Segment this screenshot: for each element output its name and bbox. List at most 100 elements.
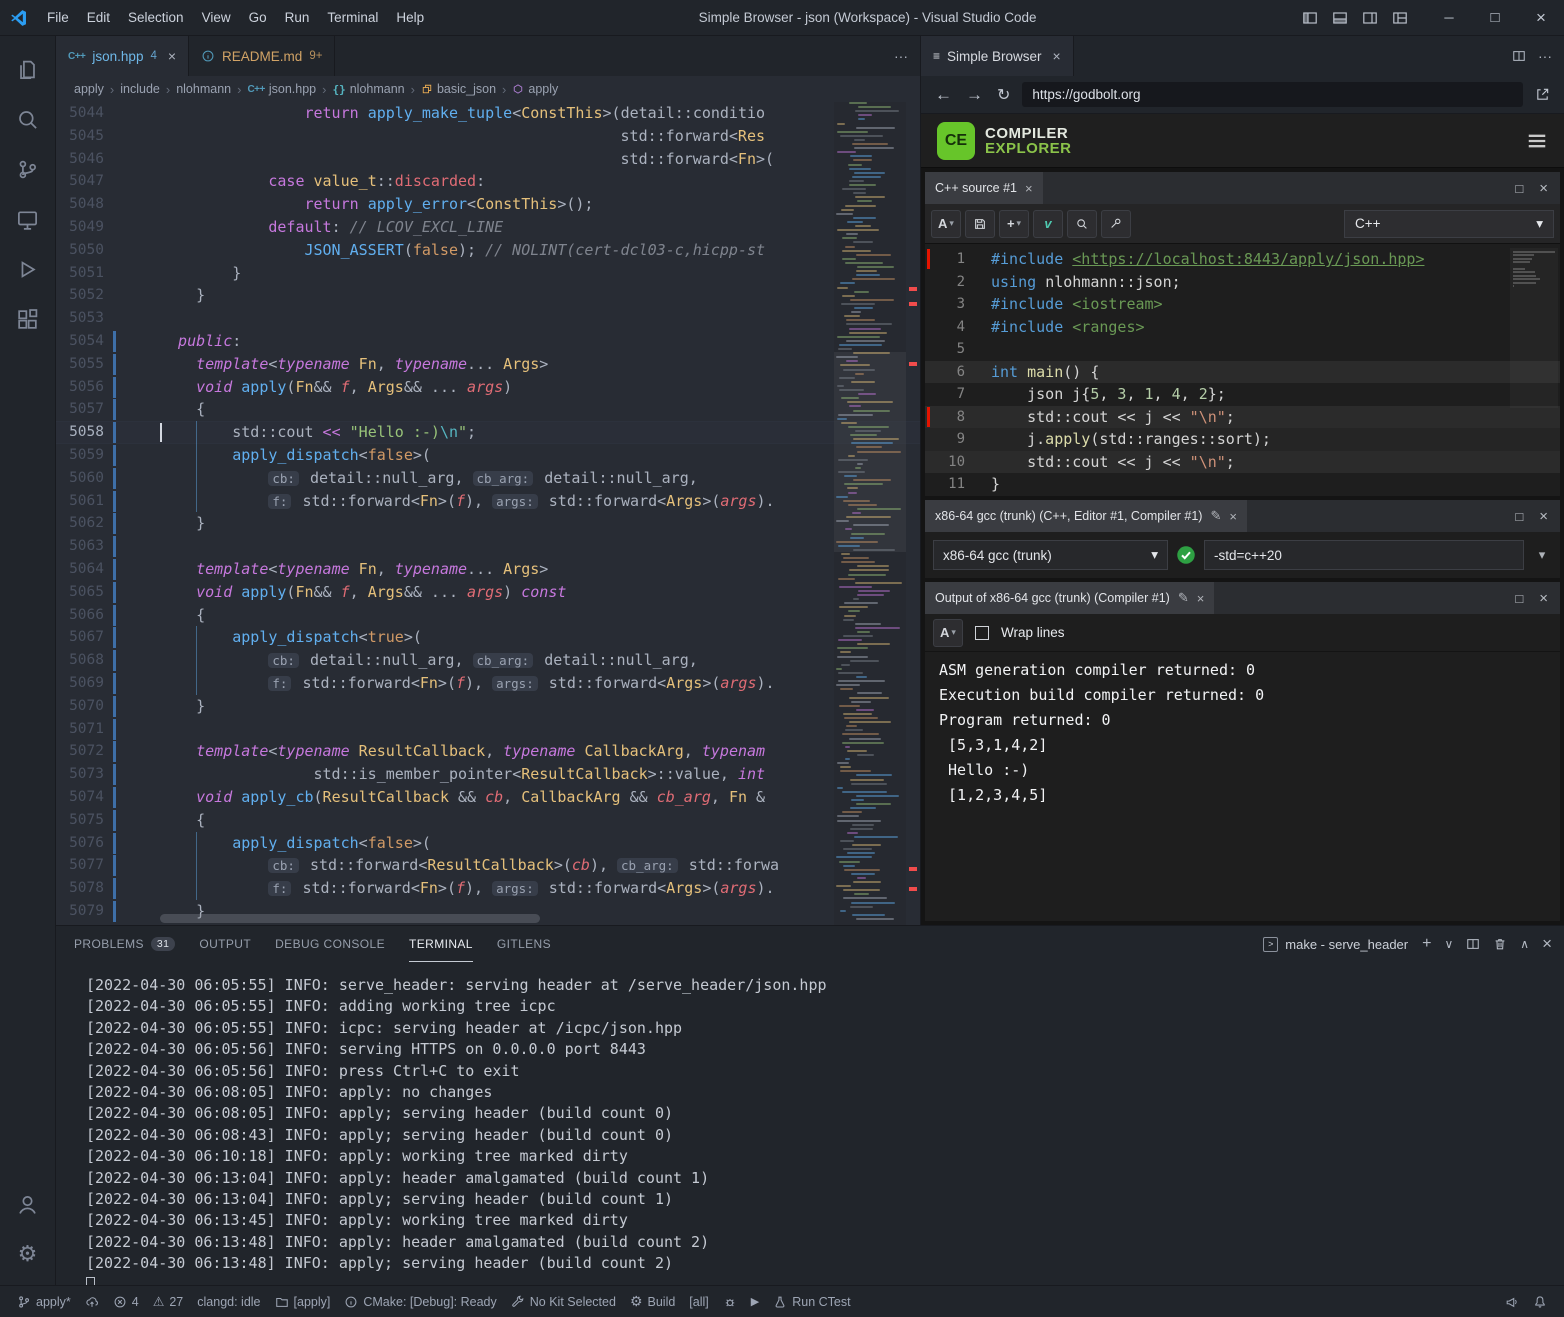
status-bell[interactable]: [1526, 1286, 1554, 1317]
menu-edit[interactable]: Edit: [78, 0, 119, 36]
horizontal-scrollbar[interactable]: [160, 914, 540, 923]
minimap[interactable]: [834, 102, 906, 925]
breadcrumb-item-nlohmann[interactable]: {}nlohmann: [332, 82, 404, 96]
breadcrumb-item-json.hpp[interactable]: C++json.hpp: [247, 82, 316, 96]
layout-panel-button[interactable]: [1332, 10, 1348, 26]
status-4[interactable]: 4: [106, 1286, 146, 1317]
url-input[interactable]: https://godbolt.org: [1022, 82, 1523, 107]
open-external-icon[interactable]: [1535, 87, 1550, 102]
activity-account[interactable]: [4, 1179, 52, 1229]
compiler-explorer-logo[interactable]: CE: [937, 122, 975, 160]
menu-go[interactable]: Go: [240, 0, 276, 36]
plus-button[interactable]: +: [1422, 935, 1431, 953]
hamburger-menu-icon[interactable]: [1526, 130, 1548, 152]
pin-button[interactable]: [1101, 210, 1131, 238]
breadcrumb-item-include[interactable]: include: [120, 82, 160, 96]
status--all-[interactable]: [all]: [682, 1286, 715, 1317]
chevron-up-button[interactable]: ∧: [1520, 937, 1529, 951]
quick-find-button[interactable]: [1067, 210, 1097, 238]
status-cmake-debug-ready[interactable]: CMake: [Debug]: Ready: [337, 1286, 503, 1317]
add-button[interactable]: +▾: [999, 210, 1029, 238]
edit-pencil-icon[interactable]: ✎: [1210, 508, 1221, 524]
wrap-lines-checkbox[interactable]: [975, 626, 989, 640]
layout-sidebar-button[interactable]: [1302, 10, 1318, 26]
breadcrumb-item-apply[interactable]: apply: [74, 82, 104, 96]
maximize-button[interactable]: □: [1472, 0, 1518, 36]
panel-tab-problems[interactable]: PROBLEMS31: [74, 926, 175, 962]
reload-button[interactable]: ↻: [997, 85, 1010, 105]
output-pane-tab[interactable]: Output of x86-64 gcc (trunk) (Compiler #…: [925, 582, 1214, 614]
maximize-pane-icon[interactable]: □: [1515, 509, 1523, 524]
panel-tab-debug-console[interactable]: DEBUG CONSOLE: [275, 926, 385, 962]
source-pane-tab[interactable]: C++ source #1 ×: [925, 172, 1043, 204]
status--apply-[interactable]: [apply]: [268, 1286, 338, 1317]
menu-run[interactable]: Run: [276, 0, 319, 36]
font-size-button[interactable]: A▾: [933, 619, 963, 647]
close-icon[interactable]: ×: [1197, 591, 1205, 606]
status-run-ctest[interactable]: Run CTest: [766, 1286, 857, 1317]
panel-tab-gitlens[interactable]: GITLENS: [497, 926, 551, 962]
close-icon[interactable]: ×: [1053, 48, 1061, 64]
activity-files[interactable]: [4, 44, 52, 94]
panel-tab-output[interactable]: OUTPUT: [199, 926, 251, 962]
status-play[interactable]: ▶: [744, 1286, 766, 1317]
activity-run-debug[interactable]: [4, 244, 52, 294]
maximize-pane-icon[interactable]: □: [1515, 591, 1523, 606]
activity-live-preview[interactable]: [4, 194, 52, 244]
status-apply-[interactable]: apply*: [10, 1286, 78, 1317]
menu-view[interactable]: View: [193, 0, 240, 36]
terminal[interactable]: [2022-04-30 06:05:55] INFO: serve_header…: [56, 962, 1564, 1285]
source-minimap[interactable]: [1510, 248, 1558, 408]
close-icon[interactable]: ×: [1229, 509, 1237, 524]
close-button[interactable]: ×: [1542, 934, 1552, 954]
activity-source-control[interactable]: [4, 144, 52, 194]
close-pane-icon[interactable]: ×: [1539, 508, 1548, 525]
save-button[interactable]: [965, 210, 995, 238]
menu-help[interactable]: Help: [387, 0, 433, 36]
layout-customize-button[interactable]: [1392, 10, 1408, 26]
minimize-button[interactable]: ─: [1426, 0, 1472, 36]
status-27[interactable]: ⚠27: [146, 1286, 191, 1317]
status-build[interactable]: ⚙Build: [623, 1286, 682, 1317]
menu-file[interactable]: File: [38, 0, 78, 36]
terminal-select[interactable]: > make - serve_header: [1263, 937, 1408, 952]
menu-terminal[interactable]: Terminal: [318, 0, 387, 36]
close-pane-icon[interactable]: ×: [1539, 180, 1548, 197]
back-button[interactable]: ←: [935, 85, 952, 105]
panel-tab-terminal[interactable]: TERMINAL: [409, 926, 473, 962]
activity-settings-gear[interactable]: ⚙: [4, 1229, 52, 1279]
split-button[interactable]: [1466, 937, 1480, 951]
activity-extensions[interactable]: [4, 294, 52, 344]
activity-search[interactable]: [4, 94, 52, 144]
breadcrumb-item-basic_json[interactable]: basic_json: [421, 82, 496, 96]
chevron-down-button[interactable]: ∨: [1444, 937, 1453, 951]
close-button[interactable]: ×: [1518, 0, 1564, 36]
breadcrumb-item-apply[interactable]: apply: [512, 82, 558, 96]
tab-simple-browser[interactable]: ≡ Simple Browser ×: [921, 36, 1074, 76]
close-icon[interactable]: ×: [1025, 181, 1033, 196]
breadcrumb[interactable]: apply›include›nlohmann›C++json.hpp›{}nlo…: [56, 76, 920, 102]
forward-button[interactable]: →: [966, 85, 983, 105]
layout-sidebar-right-button[interactable]: [1362, 10, 1378, 26]
status-bug[interactable]: [716, 1286, 744, 1317]
compiler-pane-tab[interactable]: x86-64 gcc (trunk) (C++, Editor #1, Comp…: [925, 500, 1247, 532]
compiler-select[interactable]: x86-64 gcc (trunk) ▾: [933, 540, 1168, 570]
breadcrumb-item-nlohmann[interactable]: nlohmann: [176, 82, 231, 96]
status-clangd-idle[interactable]: clangd: idle: [190, 1286, 267, 1317]
more-button[interactable]: ···: [1538, 48, 1552, 64]
vim-button[interactable]: v: [1033, 210, 1063, 238]
trash-button[interactable]: [1493, 937, 1507, 951]
edit-pencil-icon[interactable]: ✎: [1178, 590, 1189, 606]
editor-tab-README.md[interactable]: README.md9+: [189, 36, 335, 76]
chevron-down-icon[interactable]: ▾: [1532, 547, 1552, 563]
close-icon[interactable]: ×: [168, 48, 176, 64]
split-editor-button[interactable]: [1512, 49, 1526, 63]
compiler-options-input[interactable]: -std=c++20: [1204, 540, 1524, 570]
status-publish-cloud[interactable]: [78, 1286, 106, 1317]
language-select[interactable]: C++▾: [1344, 210, 1554, 238]
source-code-editor[interactable]: 1#include <https://localhost:8443/apply/…: [925, 244, 1560, 496]
status-no-kit-selected[interactable]: No Kit Selected: [504, 1286, 623, 1317]
status-megaphone[interactable]: [1498, 1286, 1526, 1317]
font-size-button[interactable]: A▾: [931, 210, 961, 238]
close-pane-icon[interactable]: ×: [1539, 590, 1548, 607]
